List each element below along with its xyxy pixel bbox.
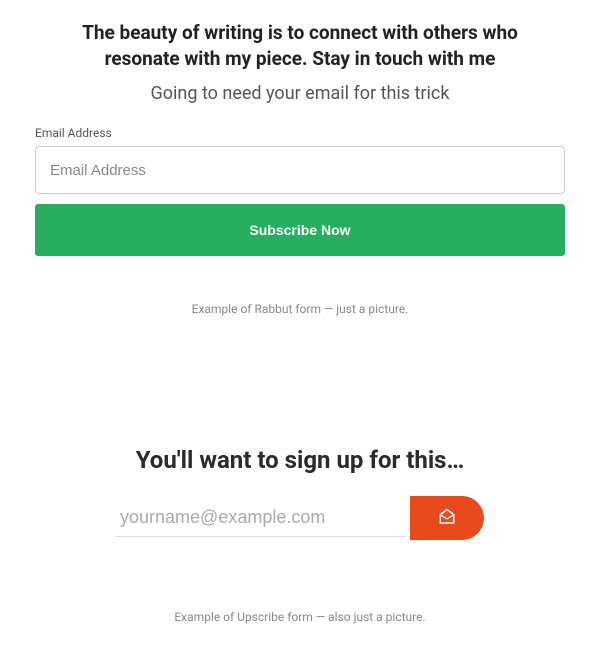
upscribe-caption: Example of Upscribe form — also just a p… — [75, 610, 525, 624]
envelope-icon — [438, 508, 456, 529]
upscribe-input-row — [75, 496, 525, 540]
rabbut-caption: Example of Rabbut form — just a picture. — [35, 302, 565, 316]
upscribe-headline: You'll want to sign up for this… — [75, 446, 525, 474]
email-field[interactable] — [35, 146, 565, 194]
upscribe-form: You'll want to sign up for this… Example… — [35, 446, 565, 624]
rabbut-headline: The beauty of writing is to connect with… — [35, 20, 565, 71]
subscribe-button[interactable]: Subscribe Now — [35, 204, 565, 256]
email-label: Email Address — [35, 126, 565, 140]
rabbut-subhead: Going to need your email for this trick — [35, 83, 565, 104]
rabbut-form: The beauty of writing is to connect with… — [35, 20, 565, 316]
upscribe-submit-button[interactable] — [410, 496, 484, 540]
upscribe-email-field[interactable] — [116, 499, 406, 537]
